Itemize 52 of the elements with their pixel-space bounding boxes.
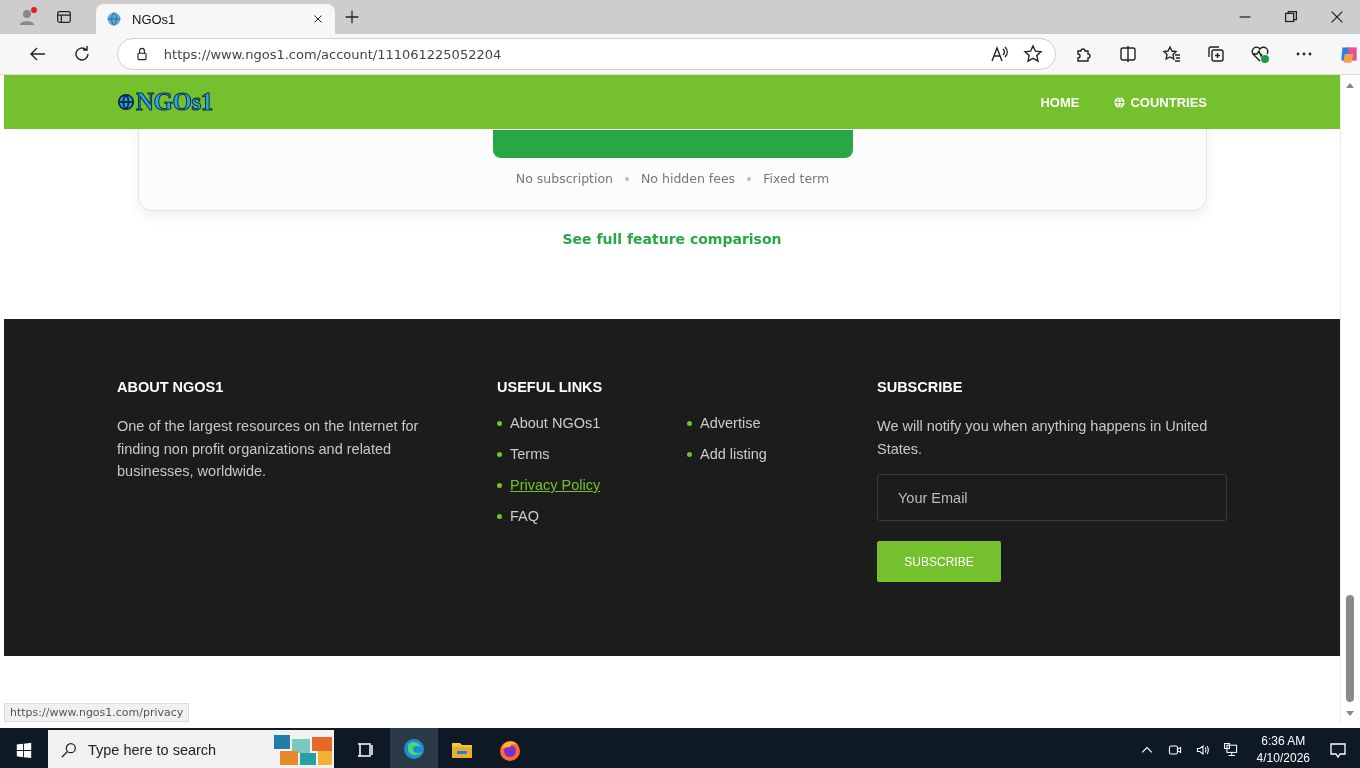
globe-icon: [1113, 95, 1127, 109]
bullet-icon: [497, 451, 502, 457]
bullet-icon: [687, 420, 692, 426]
search-icon: [60, 741, 78, 759]
new-tab-icon[interactable]: [343, 8, 361, 26]
footer-link[interactable]: FAQ: [510, 508, 539, 524]
pricing-note: No subscription: [515, 171, 613, 186]
subscribe-text: We will notify you when anything happens in United States.: [877, 417, 1209, 459]
pricing-note: No hidden fees: [641, 171, 736, 186]
network-icon[interactable]: [1222, 742, 1239, 758]
footer-link[interactable]: Advertise: [700, 415, 761, 431]
task-view-icon[interactable]: [356, 740, 376, 760]
scrollbar-thumb[interactable]: [1346, 595, 1354, 702]
globe-icon: [106, 11, 122, 27]
taskbar-search-field[interactable]: Type here to search: [48, 730, 334, 768]
split-screen-icon[interactable]: [1118, 44, 1138, 64]
speaker-icon[interactable]: [1194, 742, 1211, 758]
bullet-icon: [497, 513, 502, 519]
bullet-icon: [497, 482, 502, 488]
favorite-star-icon[interactable]: [1023, 44, 1043, 64]
bullet-icon: [497, 420, 502, 426]
about-text: One of the largest resources on the Internet for finding non profit organizations and related businesses, worldwide.: [117, 417, 420, 481]
profile-icon[interactable]: [18, 7, 38, 27]
footer-link[interactable]: Add listing: [700, 446, 767, 462]
taskbar-app[interactable]: [390, 728, 438, 768]
bullet-icon: [687, 451, 692, 457]
favorites-icon[interactable]: [1162, 44, 1182, 64]
collections-icon[interactable]: [1206, 44, 1226, 64]
logo-text: NGOs1: [136, 88, 213, 116]
footer-link[interactable]: About NGOs1: [510, 415, 601, 431]
camera-icon[interactable]: [1166, 742, 1183, 758]
status-url: https://www.ngos1.com/privacy: [4, 703, 190, 722]
windows-start-icon[interactable]: [15, 741, 33, 759]
footer-heading: ABOUT NGOS1: [117, 379, 225, 395]
footer-heading: SUBSCRIBE: [877, 379, 964, 395]
tab-actions-icon[interactable]: [55, 8, 73, 26]
address-bar[interactable]: https://www.ngos1.com/account/111061225052204: [116, 38, 1056, 70]
footer-heading: USEFUL LINKS: [497, 379, 604, 395]
taskbar-clock[interactable]: 6:36 AM 4/10/2026: [1256, 733, 1310, 767]
edge-icon[interactable]: [402, 737, 426, 761]
email-field[interactable]: Your Email: [877, 474, 1227, 521]
scroll-up-icon[interactable]: [1345, 81, 1355, 89]
heart-pulse-icon[interactable]: [1250, 44, 1270, 64]
pricing-note: Fixed term: [763, 171, 830, 186]
globe-icon: [117, 93, 135, 111]
notification-icon[interactable]: [1328, 740, 1348, 760]
browser-tab[interactable]: NGOs1: [96, 4, 335, 34]
footer-link[interactable]: Terms: [510, 446, 550, 462]
read-aloud-icon[interactable]: [989, 44, 1009, 64]
scroll-down-icon[interactable]: [1345, 710, 1355, 718]
footer-link[interactable]: Privacy Policy: [510, 477, 601, 493]
firefox-icon[interactable]: [498, 738, 522, 762]
